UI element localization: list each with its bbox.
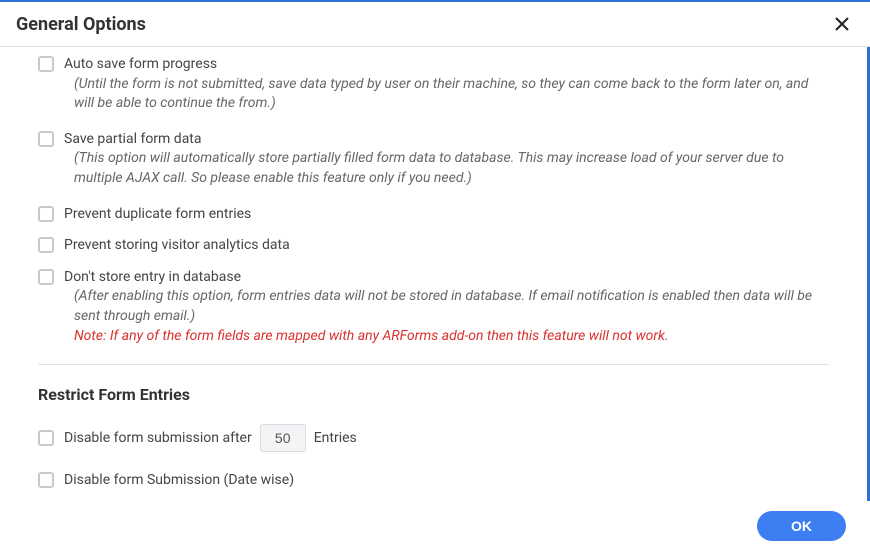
- dialog-header: General Options: [0, 2, 870, 47]
- no-store-checkbox[interactable]: [38, 269, 54, 285]
- disable-date-label: Disable form Submission (Date wise): [64, 472, 294, 488]
- general-options-dialog: General Options Auto save form progress …: [0, 0, 870, 557]
- disable-after-checkbox[interactable]: [38, 430, 54, 446]
- ok-button[interactable]: OK: [757, 511, 846, 541]
- option-no-store: Don't store entry in database (After ena…: [38, 268, 829, 346]
- save-partial-desc: (This option will automatically store pa…: [64, 149, 829, 188]
- restrict-section-title: Restrict Form Entries: [38, 385, 829, 404]
- option-auto-save: Auto save form progress (Until the form …: [38, 55, 829, 114]
- entries-count-input[interactable]: [260, 424, 306, 452]
- save-partial-checkbox[interactable]: [38, 131, 54, 147]
- close-icon: [834, 16, 850, 32]
- auto-save-label: Auto save form progress: [64, 56, 217, 72]
- prevent-analytics-label: Prevent storing visitor analytics data: [64, 237, 290, 253]
- dialog-title: General Options: [16, 14, 146, 35]
- no-store-note: Note: If any of the form fields are mapp…: [64, 327, 829, 347]
- option-prevent-duplicate: Prevent duplicate form entries: [38, 205, 829, 225]
- prevent-duplicate-checkbox[interactable]: [38, 206, 54, 222]
- disable-after-label-after: Entries: [314, 430, 357, 446]
- dialog-body: Auto save form progress (Until the form …: [0, 47, 870, 501]
- section-divider: [38, 364, 829, 365]
- option-disable-date: Disable form Submission (Date wise): [38, 472, 829, 488]
- option-save-partial: Save partial form data (This option will…: [38, 130, 829, 189]
- auto-save-checkbox[interactable]: [38, 56, 54, 72]
- no-store-desc: (After enabling this option, form entrie…: [64, 287, 829, 326]
- close-button[interactable]: [830, 12, 854, 36]
- option-prevent-analytics: Prevent storing visitor analytics data: [38, 236, 829, 256]
- disable-after-label-before: Disable form submission after: [64, 430, 252, 446]
- auto-save-desc: (Until the form is not submitted, save d…: [64, 75, 829, 114]
- option-disable-after: Disable form submission after Entries: [38, 424, 829, 452]
- dialog-footer: OK: [0, 501, 870, 557]
- no-store-label: Don't store entry in database: [64, 269, 241, 285]
- prevent-duplicate-label: Prevent duplicate form entries: [64, 206, 251, 222]
- disable-date-checkbox[interactable]: [38, 472, 54, 488]
- save-partial-label: Save partial form data: [64, 131, 202, 147]
- prevent-analytics-checkbox[interactable]: [38, 237, 54, 253]
